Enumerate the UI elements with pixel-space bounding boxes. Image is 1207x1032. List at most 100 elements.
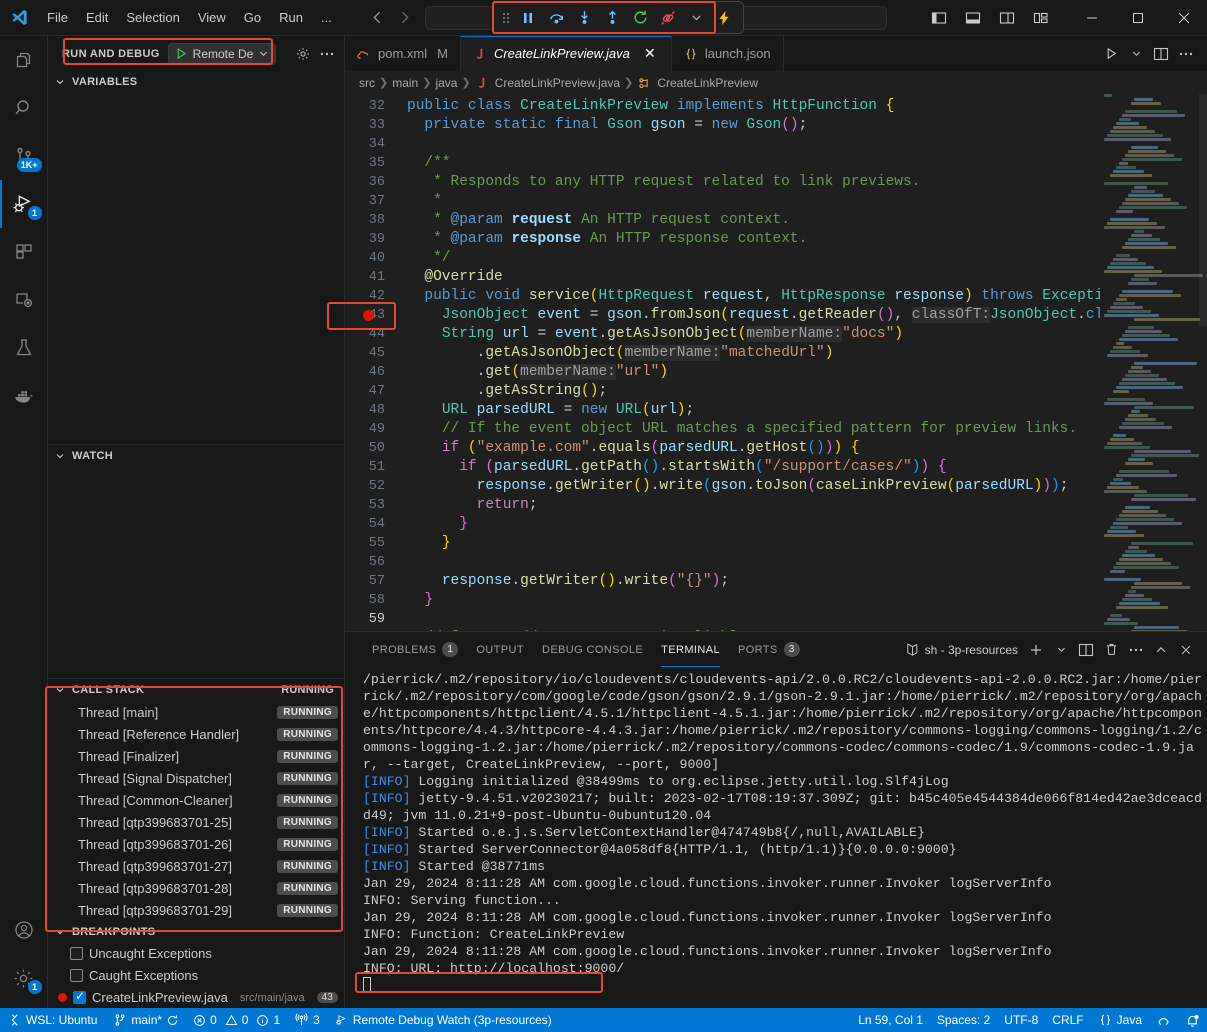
- line-content[interactable]: .get(memberName:"url"): [407, 363, 1100, 382]
- line-content[interactable]: return;: [407, 496, 1100, 515]
- kill-terminal-button[interactable]: [1100, 639, 1122, 661]
- code-line[interactable]: 41 @Override: [345, 268, 1100, 287]
- code-line[interactable]: 33 private static final Gson gson = new …: [345, 116, 1100, 135]
- line-content[interactable]: private static final Gson gson = new Gso…: [407, 116, 1100, 135]
- line-content[interactable]: public void service(HttpRequest request,…: [407, 287, 1100, 306]
- section-header-call-stack[interactable]: CALL STACK Running: [48, 679, 344, 701]
- section-header-watch[interactable]: WATCH: [48, 445, 344, 467]
- code-line[interactable]: 39 * @param response An HTTP response co…: [345, 230, 1100, 249]
- call-stack-thread-row[interactable]: Thread [qtp399683701-28]RUNNING: [48, 877, 344, 899]
- close-button[interactable]: [1161, 0, 1207, 36]
- line-number[interactable]: 32: [345, 97, 407, 116]
- code-line[interactable]: 48 URL parsedURL = new URL(url);: [345, 401, 1100, 420]
- line-content[interactable]: .getAsString();: [407, 382, 1100, 401]
- activity-accounts[interactable]: [0, 906, 48, 954]
- line-number[interactable]: 57: [345, 572, 407, 591]
- code-line[interactable]: 44 String url = event.getAsJsonObject(me…: [345, 325, 1100, 344]
- line-number[interactable]: 37: [345, 192, 407, 211]
- status-encoding[interactable]: UTF-8: [997, 1008, 1045, 1032]
- menu-edit[interactable]: Edit: [77, 6, 117, 29]
- line-content[interactable]: // [START add_ons_case_preview_link]: [407, 629, 1100, 631]
- breakpoint-row[interactable]: Uncaught Exceptions: [48, 943, 344, 965]
- line-content[interactable]: }: [407, 534, 1100, 553]
- line-content[interactable]: * @param response An HTTP response conte…: [407, 230, 1100, 249]
- line-number[interactable]: 60: [345, 629, 407, 631]
- line-number[interactable]: 51: [345, 458, 407, 477]
- split-terminal-button[interactable]: [1075, 639, 1097, 661]
- code-line[interactable]: 50 if ("example.com".equals(parsedURL.ge…: [345, 439, 1100, 458]
- status-feedback[interactable]: [1149, 1008, 1178, 1032]
- line-content[interactable]: URL parsedURL = new URL(url);: [407, 401, 1100, 420]
- panel-tab-terminal[interactable]: TERMINAL: [652, 632, 729, 667]
- ellipsis-icon[interactable]: [316, 43, 338, 65]
- line-number[interactable]: 45: [345, 344, 407, 363]
- line-content[interactable]: .getAsJsonObject(memberName:"matchedUrl"…: [407, 344, 1100, 363]
- line-number[interactable]: 35: [345, 154, 407, 173]
- code-line[interactable]: 58 }: [345, 591, 1100, 610]
- code-line[interactable]: 54 }: [345, 515, 1100, 534]
- call-stack-thread-row[interactable]: Thread [qtp399683701-25]RUNNING: [48, 811, 344, 833]
- line-number[interactable]: 47: [345, 382, 407, 401]
- call-stack-thread-row[interactable]: Thread [qtp399683701-29]RUNNING: [48, 899, 344, 918]
- menu-run[interactable]: Run: [270, 6, 312, 29]
- section-header-variables[interactable]: VARIABLES: [48, 71, 344, 93]
- code-editor[interactable]: 32public class CreateLinkPreview impleme…: [345, 94, 1207, 631]
- status-indentation[interactable]: Spaces: 2: [930, 1008, 997, 1032]
- code-line[interactable]: 51 if (parsedURL.getPath().startsWith("/…: [345, 458, 1100, 477]
- activity-explorer[interactable]: [0, 36, 48, 84]
- pause-button[interactable]: [515, 5, 541, 30]
- line-number[interactable]: 38: [345, 211, 407, 230]
- line-number[interactable]: 44: [345, 325, 407, 344]
- line-content[interactable]: JsonObject event = gson.fromJson(request…: [407, 306, 1100, 325]
- activity-search[interactable]: [0, 84, 48, 132]
- panel-tab-debug-console[interactable]: DEBUG CONSOLE: [533, 632, 652, 667]
- maximize-button[interactable]: [1115, 0, 1161, 36]
- panel-tab-output[interactable]: OUTPUT: [467, 632, 533, 667]
- line-number[interactable]: 48: [345, 401, 407, 420]
- code-line[interactable]: 37 *: [345, 192, 1100, 211]
- line-number[interactable]: 42: [345, 287, 407, 306]
- line-content[interactable]: *: [407, 192, 1100, 211]
- editor-more-actions-icon[interactable]: [1175, 43, 1197, 65]
- status-cursor-position[interactable]: Ln 59, Col 1: [851, 1008, 930, 1032]
- status-language-mode[interactable]: Java: [1091, 1008, 1149, 1032]
- code-line[interactable]: 46 .get(memberName:"url"): [345, 363, 1100, 382]
- toggle-panel-icon[interactable]: [959, 5, 987, 31]
- minimap-slider[interactable]: [1199, 94, 1207, 326]
- breadcrumb[interactable]: src❯main❯java❯CreateLinkPreview.java❯Cre…: [345, 71, 1207, 94]
- line-content[interactable]: }: [407, 591, 1100, 610]
- code-line[interactable]: 52 response.getWriter().write(gson.toJso…: [345, 477, 1100, 496]
- line-content[interactable]: String url = event.getAsJsonObject(membe…: [407, 325, 1100, 344]
- status-debug-session[interactable]: Remote Debug Watch (3p-resources): [327, 1008, 559, 1032]
- toggle-secondary-sidebar-icon[interactable]: [993, 5, 1021, 31]
- activity-remote-explorer[interactable]: [0, 276, 48, 324]
- tab-pom-xml[interactable]: pom.xmlM: [345, 36, 461, 71]
- line-number[interactable]: 53: [345, 496, 407, 515]
- call-stack-thread-row[interactable]: Thread [qtp399683701-26]RUNNING: [48, 833, 344, 855]
- line-number[interactable]: 43: [345, 306, 407, 325]
- close-icon[interactable]: ✕: [641, 45, 659, 63]
- new-terminal-dropdown-icon[interactable]: [1050, 639, 1072, 661]
- line-content[interactable]: [407, 553, 1100, 572]
- status-branch[interactable]: main*: [106, 1008, 186, 1032]
- activity-run-and-debug[interactable]: 1: [0, 180, 48, 228]
- breakpoint-checkbox[interactable]: [70, 947, 83, 960]
- disconnect-button[interactable]: [655, 5, 681, 30]
- code-viewport[interactable]: 32public class CreateLinkPreview impleme…: [345, 94, 1100, 631]
- breadcrumb-item[interactable]: CreateLinkPreview: [657, 76, 758, 90]
- code-line[interactable]: 60 // [START add_ons_case_preview_link]: [345, 629, 1100, 631]
- code-line[interactable]: 49 // If the event object URL matches a …: [345, 420, 1100, 439]
- minimap[interactable]: [1100, 94, 1207, 631]
- code-line[interactable]: 45 .getAsJsonObject(memberName:"matchedU…: [345, 344, 1100, 363]
- line-number[interactable]: 55: [345, 534, 407, 553]
- code-line[interactable]: 59: [345, 610, 1100, 629]
- code-line[interactable]: 53 return;: [345, 496, 1100, 515]
- line-content[interactable]: response.getWriter().write(gson.toJson(c…: [407, 477, 1100, 496]
- call-stack-thread-row[interactable]: Thread [Common-Cleaner]RUNNING: [48, 789, 344, 811]
- split-editor-right-button[interactable]: [1150, 43, 1172, 65]
- line-content[interactable]: * Responds to any HTTP request related t…: [407, 173, 1100, 192]
- code-line[interactable]: 57 response.getWriter().write("{}");: [345, 572, 1100, 591]
- status-notifications[interactable]: [1178, 1008, 1207, 1032]
- line-content[interactable]: [407, 610, 1100, 629]
- call-stack-thread-row[interactable]: Thread [qtp399683701-27]RUNNING: [48, 855, 344, 877]
